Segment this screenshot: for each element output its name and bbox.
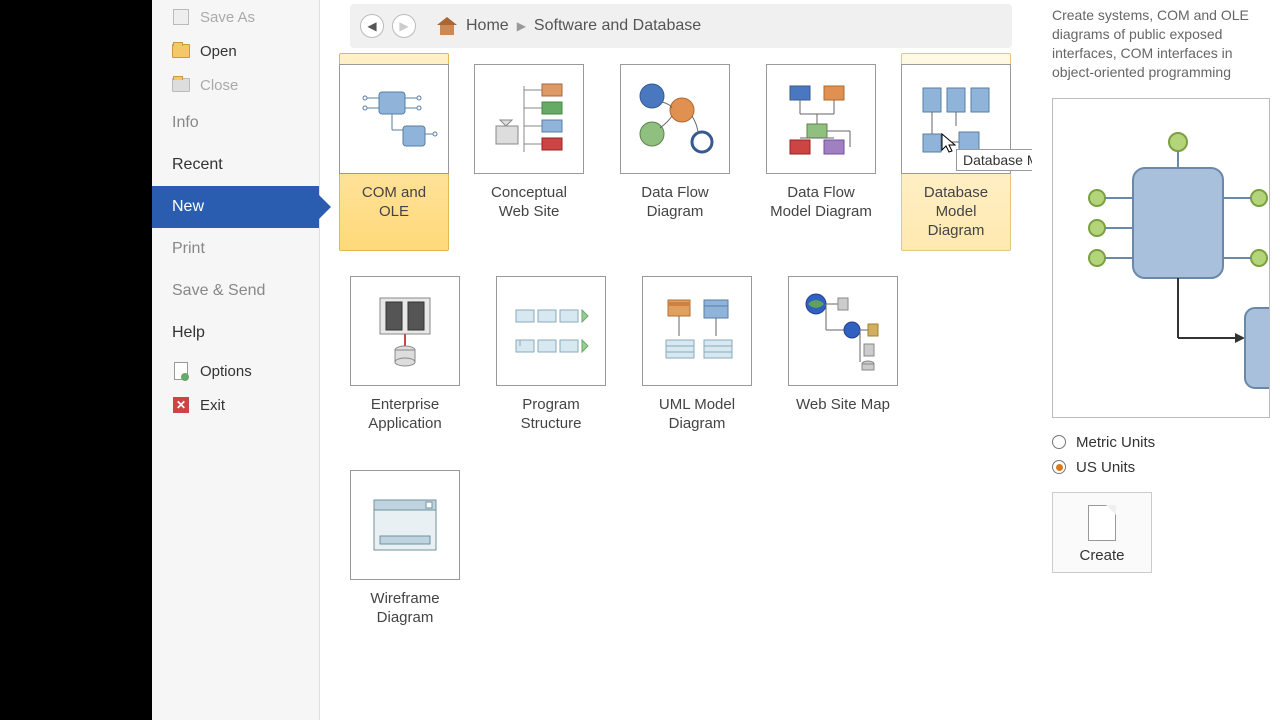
create-button[interactable]: Create bbox=[1052, 492, 1152, 573]
template-gallery: ◀ ▶ Home ▶ Software and Database bbox=[320, 0, 1032, 720]
template-thumb bbox=[766, 64, 876, 174]
tooltip: Database Model Diagram bbox=[956, 149, 1032, 171]
template-label: UML Model Diagram bbox=[642, 396, 752, 434]
black-strip bbox=[0, 0, 152, 720]
close-item[interactable]: Close bbox=[152, 68, 319, 102]
template-label: Program Structure bbox=[496, 396, 606, 434]
unit-radio-group: Metric Units US Units bbox=[1052, 434, 1270, 476]
template-thumb bbox=[350, 470, 460, 580]
template-thumb bbox=[496, 276, 606, 386]
folder-close-icon bbox=[172, 76, 190, 94]
template-label: Enterprise Application bbox=[350, 396, 460, 434]
options-label: Options bbox=[200, 363, 252, 380]
breadcrumb-separator-icon: ▶ bbox=[517, 19, 526, 33]
template-thumb bbox=[788, 276, 898, 386]
create-label: Create bbox=[1079, 547, 1124, 564]
close-label: Close bbox=[200, 77, 238, 94]
save-as-label: Save As bbox=[200, 9, 255, 26]
template-wireframe-diagram[interactable]: Wireframe Diagram bbox=[350, 470, 460, 628]
template-preview bbox=[1052, 98, 1270, 418]
radio-metric[interactable]: Metric Units bbox=[1052, 434, 1270, 451]
print-item[interactable]: Print bbox=[152, 228, 319, 270]
home-icon[interactable] bbox=[438, 17, 458, 35]
template-thumb bbox=[474, 64, 584, 174]
save-as-item[interactable]: Save As bbox=[152, 0, 319, 34]
open-item[interactable]: Open bbox=[152, 34, 319, 68]
radio-us[interactable]: US Units bbox=[1052, 459, 1270, 476]
template-uml-model-diagram[interactable]: UML Model Diagram bbox=[642, 276, 752, 434]
template-label: Conceptual Web Site bbox=[474, 184, 584, 222]
options-item[interactable]: Options bbox=[152, 354, 319, 388]
backstage-sidebar: Save As Open Close Info Recent New Print… bbox=[152, 0, 320, 720]
template-thumb bbox=[339, 64, 449, 174]
breadcrumb-home[interactable]: Home bbox=[466, 17, 509, 35]
page-icon bbox=[1088, 505, 1116, 541]
exit-icon: ✕ bbox=[172, 396, 190, 414]
nav-forward-button[interactable]: ▶ bbox=[392, 14, 416, 38]
template-thumb bbox=[642, 276, 752, 386]
details-panel: Create systems, COM and OLE diagrams of … bbox=[1032, 0, 1280, 720]
template-data-flow-diagram[interactable]: Data Flow Diagram bbox=[620, 64, 730, 240]
options-icon bbox=[172, 362, 190, 380]
app-frame: Save As Open Close Info Recent New Print… bbox=[152, 0, 1280, 720]
help-item[interactable]: Help bbox=[152, 312, 319, 354]
save-as-icon bbox=[172, 8, 190, 26]
template-thumb bbox=[350, 276, 460, 386]
template-program-structure[interactable]: Program Structure bbox=[496, 276, 606, 434]
template-web-site-map[interactable]: Web Site Map bbox=[788, 276, 898, 434]
info-item[interactable]: Info bbox=[152, 102, 319, 144]
template-label: COM and OLE bbox=[350, 184, 438, 222]
template-label: Wireframe Diagram bbox=[350, 590, 460, 628]
radio-off-icon bbox=[1052, 435, 1066, 449]
template-data-flow-model-diagram[interactable]: Data Flow Model Diagram bbox=[766, 64, 876, 240]
radio-us-label: US Units bbox=[1076, 459, 1135, 476]
breadcrumb: ◀ ▶ Home ▶ Software and Database bbox=[350, 4, 1012, 48]
exit-label: Exit bbox=[200, 397, 225, 414]
template-label: Database Model Diagram bbox=[912, 184, 1000, 240]
nav-back-button[interactable]: ◀ bbox=[360, 14, 384, 38]
radio-on-icon bbox=[1052, 460, 1066, 474]
template-thumb bbox=[620, 64, 730, 174]
template-label: Data Flow Diagram bbox=[620, 184, 730, 222]
template-label: Data Flow Model Diagram bbox=[766, 184, 876, 222]
template-grid: COM and OLE bbox=[350, 64, 1012, 627]
breadcrumb-category[interactable]: Software and Database bbox=[534, 17, 701, 35]
main-area: ◀ ▶ Home ▶ Software and Database bbox=[320, 0, 1280, 720]
template-description: Create systems, COM and OLE diagrams of … bbox=[1052, 0, 1270, 82]
new-item[interactable]: New bbox=[152, 186, 319, 228]
open-label: Open bbox=[200, 43, 237, 60]
template-conceptual-web-site[interactable]: Conceptual Web Site bbox=[474, 64, 584, 240]
exit-item[interactable]: ✕ Exit bbox=[152, 388, 319, 422]
folder-open-icon bbox=[172, 42, 190, 60]
save-send-item[interactable]: Save & Send bbox=[152, 270, 319, 312]
template-database-model-diagram[interactable]: Database Model Diagram Database Model Di… bbox=[901, 53, 1011, 251]
recent-item[interactable]: Recent bbox=[152, 144, 319, 186]
template-enterprise-application[interactable]: Enterprise Application bbox=[350, 276, 460, 434]
radio-metric-label: Metric Units bbox=[1076, 434, 1155, 451]
template-label: Web Site Map bbox=[796, 396, 890, 415]
template-com-and-ole[interactable]: COM and OLE bbox=[339, 53, 449, 251]
